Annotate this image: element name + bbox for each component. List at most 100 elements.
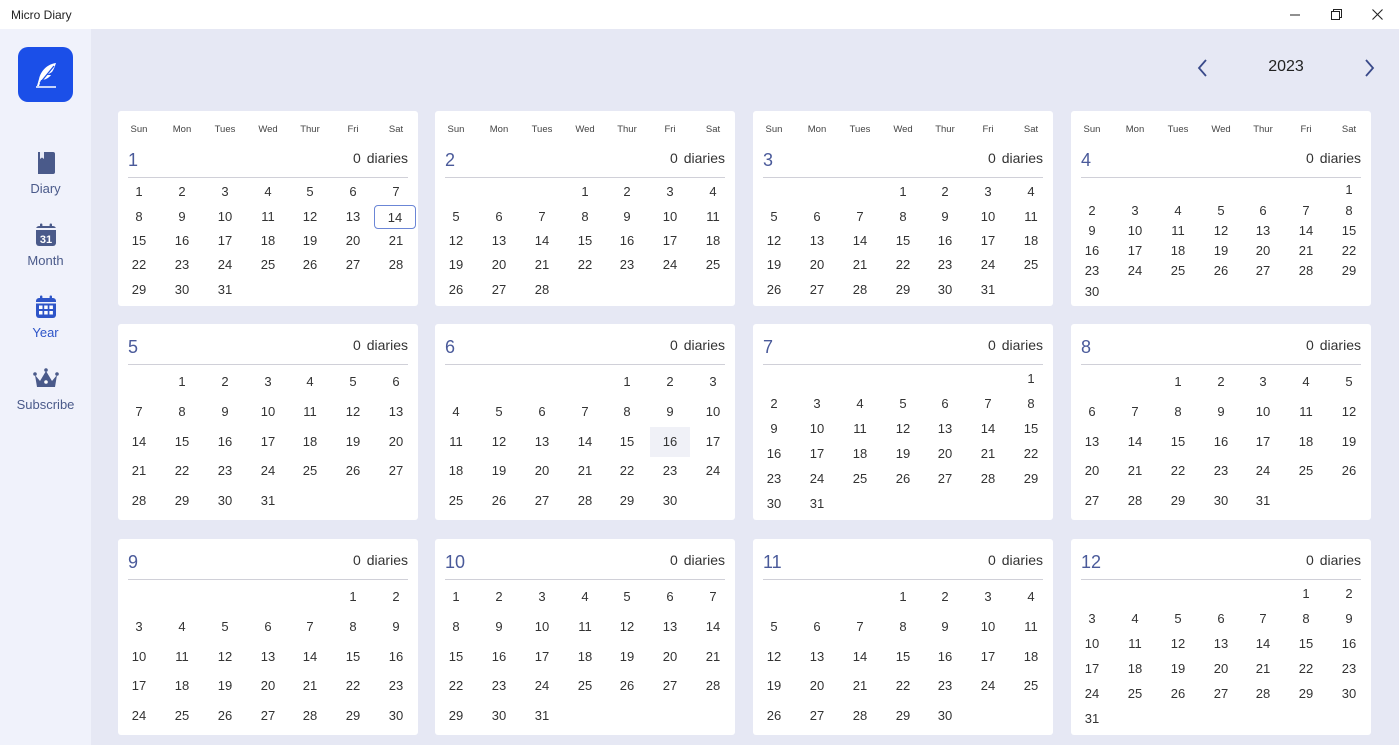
- day-cell[interactable]: 2: [1074, 200, 1110, 222]
- day-cell[interactable]: 15: [121, 230, 157, 252]
- day-cell[interactable]: 5: [207, 616, 243, 638]
- day-cell[interactable]: 24: [1117, 260, 1153, 282]
- day-cell[interactable]: 30: [207, 490, 243, 512]
- day-cell[interactable]: 14: [121, 431, 157, 453]
- day-cell[interactable]: 20: [799, 675, 835, 697]
- day-cell[interactable]: 30: [481, 705, 517, 727]
- day-cell[interactable]: 25: [164, 705, 200, 727]
- day-cell[interactable]: 29: [885, 705, 921, 727]
- day-cell[interactable]: 20: [250, 675, 286, 697]
- day-cell[interactable]: 4: [1288, 371, 1324, 393]
- day-cell[interactable]: 8: [1013, 393, 1049, 415]
- day-cell[interactable]: 23: [1331, 658, 1367, 680]
- day-cell[interactable]: 2: [1203, 371, 1239, 393]
- day-cell[interactable]: 6: [250, 616, 286, 638]
- day-cell[interactable]: 20: [1074, 460, 1110, 482]
- day-cell[interactable]: 2: [378, 586, 414, 608]
- day-cell[interactable]: 8: [1160, 401, 1196, 423]
- day-cell[interactable]: 12: [292, 206, 328, 228]
- day-cell[interactable]: 11: [164, 646, 200, 668]
- day-cell[interactable]: 31: [207, 279, 243, 301]
- next-year-button[interactable]: [1359, 57, 1381, 79]
- day-cell[interactable]: 26: [292, 254, 328, 276]
- day-cell[interactable]: 3: [970, 181, 1006, 203]
- day-cell[interactable]: 31: [1074, 708, 1110, 730]
- day-cell[interactable]: 8: [164, 401, 200, 423]
- day-cell[interactable]: 19: [609, 646, 645, 668]
- day-cell[interactable]: 13: [1245, 220, 1281, 242]
- month-card[interactable]: Sun Mon Tues Wed Thur Fri Sat 4 0 diaries 1 2 3 4 5 6 7 8…: [1071, 111, 1371, 306]
- day-cell[interactable]: 13: [799, 230, 835, 252]
- day-cell[interactable]: 6: [378, 371, 414, 393]
- day-cell[interactable]: 27: [335, 254, 371, 276]
- day-cell[interactable]: 16: [1331, 633, 1367, 655]
- day-cell[interactable]: 6: [1245, 200, 1281, 222]
- day-cell[interactable]: 4: [1160, 200, 1196, 222]
- day-cell[interactable]: 9: [927, 616, 963, 638]
- day-cell[interactable]: 20: [652, 646, 688, 668]
- day-cell[interactable]: 16: [207, 431, 243, 453]
- day-cell[interactable]: 6: [1203, 608, 1239, 630]
- day-cell[interactable]: 12: [756, 646, 792, 668]
- day-cell[interactable]: 8: [885, 616, 921, 638]
- day-cell[interactable]: 14: [1288, 220, 1324, 242]
- day-cell[interactable]: 21: [970, 443, 1006, 465]
- day-cell[interactable]: 5: [756, 616, 792, 638]
- day-cell[interactable]: 13: [335, 206, 371, 228]
- day-cell[interactable]: 9: [164, 206, 200, 228]
- day-cell[interactable]: 6: [1074, 401, 1110, 423]
- day-cell[interactable]: 11: [1013, 206, 1049, 228]
- day-cell[interactable]: 16: [164, 230, 200, 252]
- day-cell[interactable]: 19: [885, 443, 921, 465]
- day-cell[interactable]: 8: [335, 616, 371, 638]
- day-cell[interactable]: 20: [927, 443, 963, 465]
- day-cell[interactable]: 24: [121, 705, 157, 727]
- day-cell[interactable]: 18: [567, 646, 603, 668]
- day-cell[interactable]: 8: [885, 206, 921, 228]
- day-cell[interactable]: 31: [524, 705, 560, 727]
- day-cell[interactable]: 25: [1117, 683, 1153, 705]
- day-cell[interactable]: 17: [524, 646, 560, 668]
- day-cell[interactable]: 7: [695, 586, 731, 608]
- day-cell[interactable]: 14: [292, 646, 328, 668]
- day-cell[interactable]: 20: [799, 254, 835, 276]
- day-cell[interactable]: 28: [1288, 260, 1324, 282]
- day-cell[interactable]: 11: [1160, 220, 1196, 242]
- day-cell[interactable]: 5: [1331, 371, 1367, 393]
- day-cell[interactable]: 14: [567, 431, 603, 453]
- day-cell[interactable]: 21: [695, 646, 731, 668]
- day-cell[interactable]: 19: [292, 230, 328, 252]
- day-cell[interactable]: 10: [695, 401, 731, 423]
- day-cell[interactable]: 12: [481, 431, 517, 453]
- day-cell[interactable]: 29: [1160, 490, 1196, 512]
- day-cell[interactable]: 2: [207, 371, 243, 393]
- day-cell[interactable]: 20: [335, 230, 371, 252]
- day-cell[interactable]: 7: [121, 401, 157, 423]
- month-card[interactable]: Sun Mon Tues Wed Thur Fri Sat 3 0 diaries 1 2 3 4 5 6 7 8…: [753, 111, 1053, 306]
- day-cell[interactable]: 18: [1117, 658, 1153, 680]
- day-cell[interactable]: 27: [378, 460, 414, 482]
- day-cell[interactable]: 2: [164, 181, 200, 203]
- day-cell[interactable]: 16: [1074, 240, 1110, 262]
- day-cell[interactable]: 14: [842, 646, 878, 668]
- day-cell[interactable]: 6: [652, 586, 688, 608]
- day-cell[interactable]: 1: [609, 371, 645, 393]
- day-cell[interactable]: 6: [524, 401, 560, 423]
- day-cell[interactable]: 15: [1288, 633, 1324, 655]
- day-cell[interactable]: 24: [250, 460, 286, 482]
- day-cell[interactable]: 23: [164, 254, 200, 276]
- day-cell[interactable]: 27: [481, 279, 517, 301]
- day-cell[interactable]: 10: [121, 646, 157, 668]
- day-cell[interactable]: 23: [927, 675, 963, 697]
- day-cell[interactable]: 9: [207, 401, 243, 423]
- day-cell[interactable]: 17: [1074, 658, 1110, 680]
- day-cell[interactable]: 11: [250, 206, 286, 228]
- day-cell[interactable]: 29: [1013, 468, 1049, 490]
- day-cell[interactable]: 22: [1160, 460, 1196, 482]
- day-cell[interactable]: 27: [799, 705, 835, 727]
- day-cell[interactable]: 19: [1203, 240, 1239, 262]
- day-cell[interactable]: 27: [652, 675, 688, 697]
- sidebar-item-year[interactable]: Year: [0, 295, 91, 340]
- day-cell[interactable]: 2: [652, 371, 688, 393]
- day-cell[interactable]: 23: [927, 254, 963, 276]
